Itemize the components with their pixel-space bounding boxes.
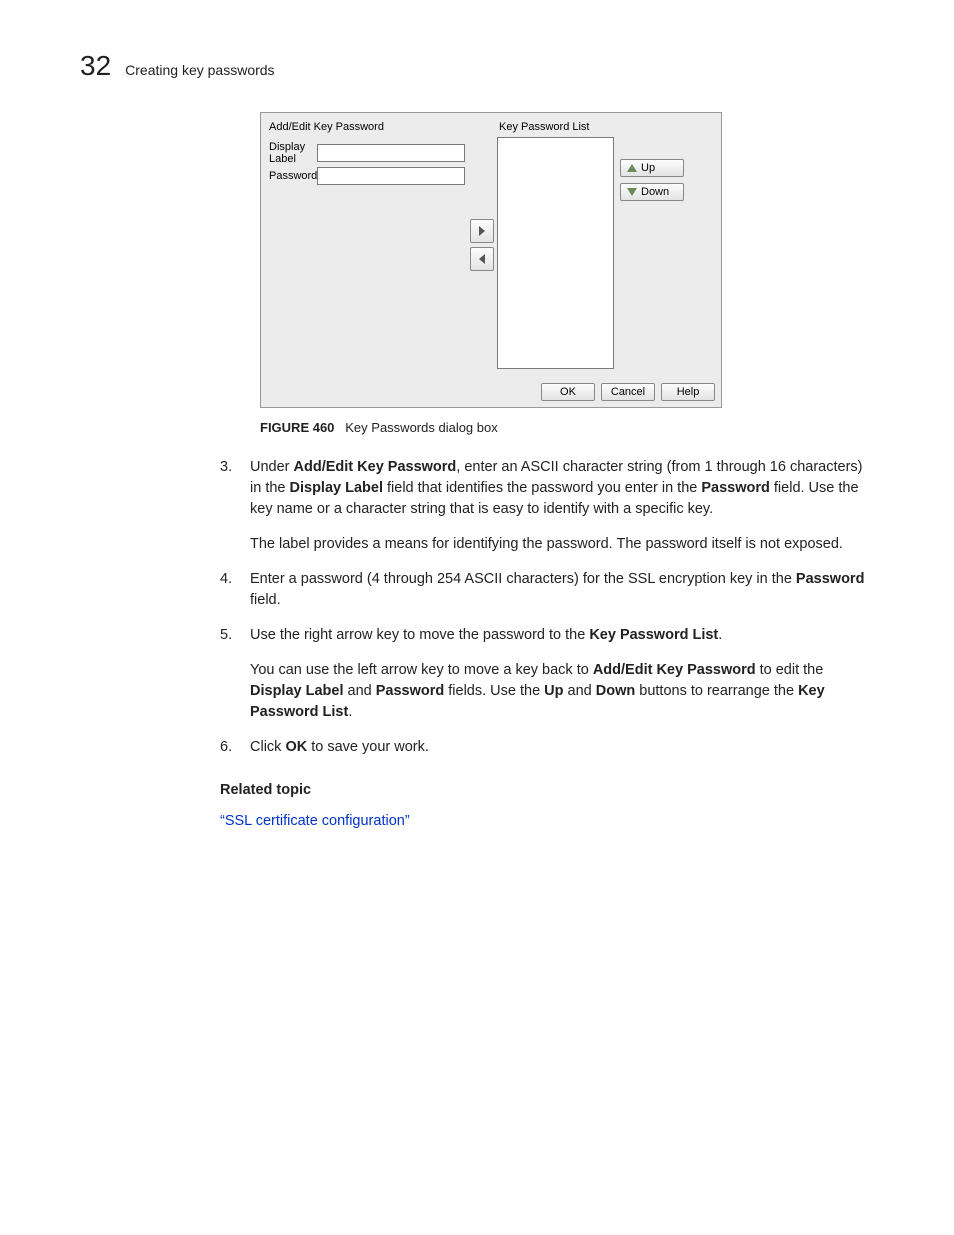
step-number: 3. bbox=[220, 457, 250, 555]
step-6-p1: Click OK to save your work. bbox=[250, 737, 874, 758]
arrow-right-icon bbox=[477, 226, 487, 236]
dialog-figure: Add/Edit Key Password Display Label Pass… bbox=[260, 112, 874, 408]
password-input[interactable] bbox=[317, 167, 465, 185]
up-button-label: Up bbox=[641, 162, 655, 174]
help-button[interactable]: Help bbox=[661, 383, 715, 401]
step-5: 5. Use the right arrow key to move the p… bbox=[220, 625, 874, 723]
down-icon bbox=[627, 188, 637, 196]
step-5-p1: Use the right arrow key to move the pass… bbox=[250, 625, 874, 646]
step-4-p1: Enter a password (4 through 254 ASCII ch… bbox=[250, 569, 874, 611]
figure-label: FIGURE 460 bbox=[260, 420, 334, 435]
related-topic-heading: Related topic bbox=[220, 780, 874, 801]
down-button-label: Down bbox=[641, 186, 669, 198]
move-right-button[interactable] bbox=[470, 219, 494, 243]
up-button[interactable]: Up bbox=[620, 159, 684, 177]
display-label-input[interactable] bbox=[317, 144, 465, 162]
key-password-list-title: Key Password List bbox=[497, 119, 715, 137]
step-5-p2: You can use the left arrow key to move a… bbox=[250, 660, 874, 723]
down-button[interactable]: Down bbox=[620, 183, 684, 201]
add-edit-panel-title: Add/Edit Key Password bbox=[267, 119, 467, 137]
page-header: 32 Creating key passwords bbox=[80, 50, 874, 82]
step-6: 6. Click OK to save your work. bbox=[220, 737, 874, 758]
step-3-p1: Under Add/Edit Key Password, enter an AS… bbox=[250, 457, 874, 520]
step-number: 5. bbox=[220, 625, 250, 723]
step-3: 3. Under Add/Edit Key Password, enter an… bbox=[220, 457, 874, 555]
key-password-listbox[interactable] bbox=[497, 137, 614, 369]
display-label-label: Display Label bbox=[269, 141, 317, 165]
step-3-p2: The label provides a means for identifyi… bbox=[250, 534, 874, 555]
arrow-left-icon bbox=[477, 254, 487, 264]
move-left-button[interactable] bbox=[470, 247, 494, 271]
key-passwords-dialog: Add/Edit Key Password Display Label Pass… bbox=[260, 112, 722, 408]
password-label: Password bbox=[269, 170, 317, 182]
cancel-button[interactable]: Cancel bbox=[601, 383, 655, 401]
step-4: 4. Enter a password (4 through 254 ASCII… bbox=[220, 569, 874, 611]
figure-caption: FIGURE 460 Key Passwords dialog box bbox=[260, 420, 874, 435]
add-edit-panel: Add/Edit Key Password Display Label Pass… bbox=[267, 119, 467, 371]
ok-button[interactable]: OK bbox=[541, 383, 595, 401]
chapter-title: Creating key passwords bbox=[125, 62, 274, 78]
step-number: 6. bbox=[220, 737, 250, 758]
related-topic-link[interactable]: “SSL certificate configuration” bbox=[220, 811, 874, 832]
step-number: 4. bbox=[220, 569, 250, 611]
chapter-number: 32 bbox=[80, 50, 111, 82]
up-icon bbox=[627, 164, 637, 172]
figure-caption-text: Key Passwords dialog box bbox=[345, 420, 497, 435]
